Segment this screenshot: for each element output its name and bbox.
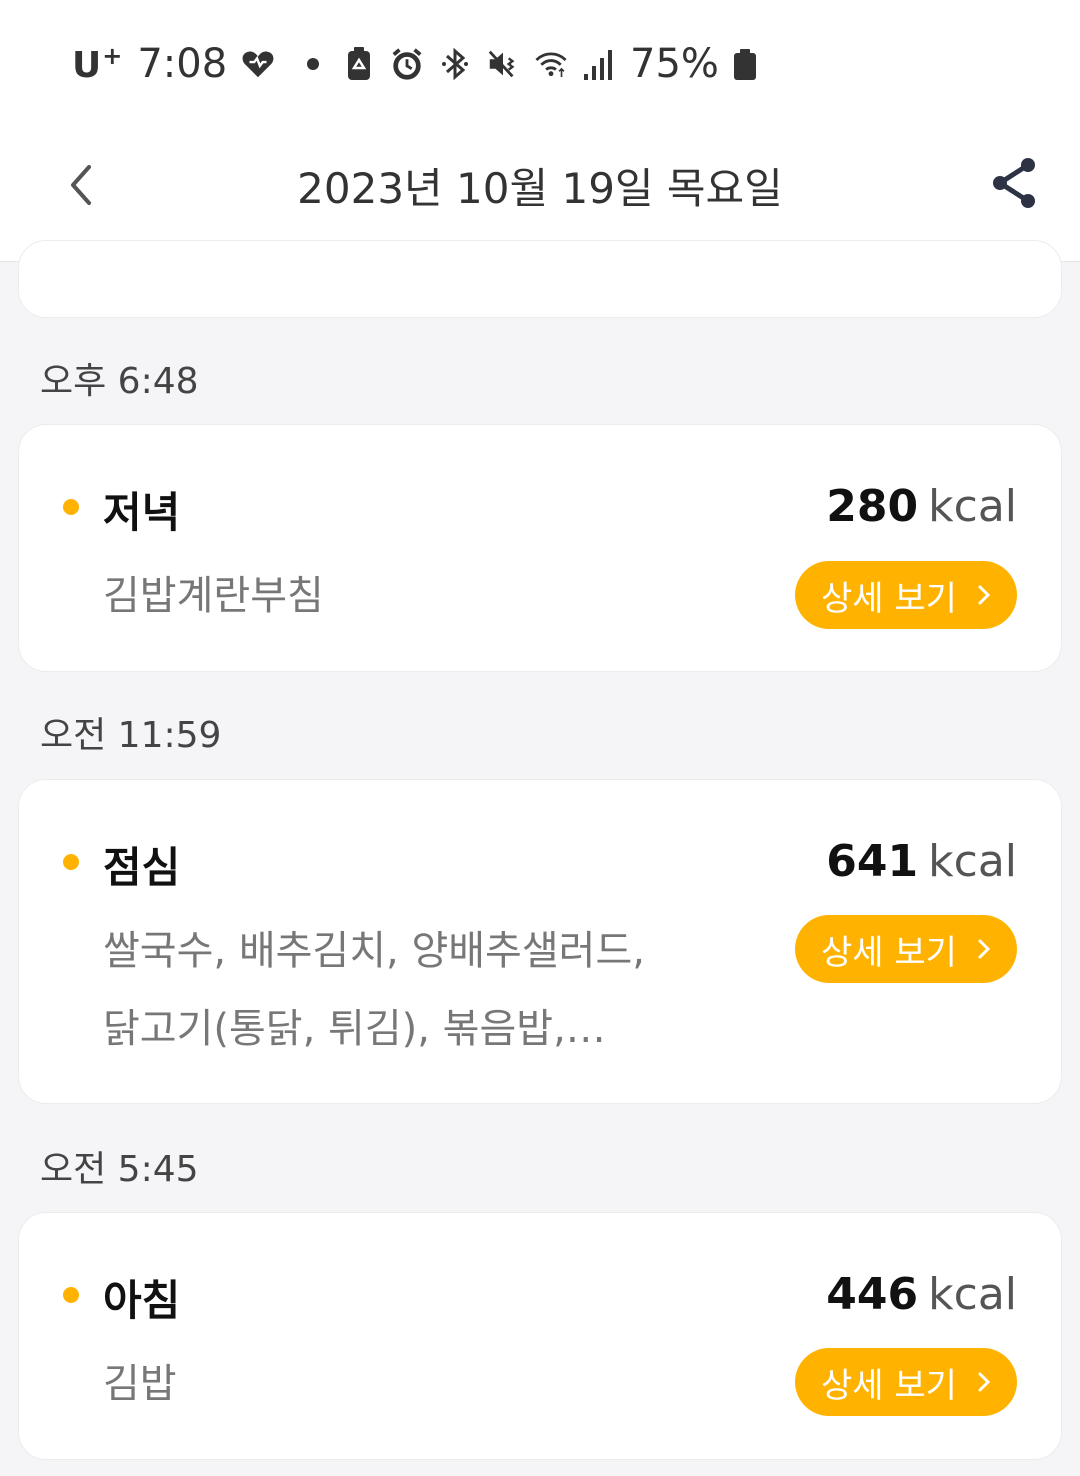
status-time: 7:08: [137, 41, 228, 87]
notification-dot-icon: [307, 58, 320, 70]
meal-name: 점심: [103, 843, 181, 892]
previous-meal-card[interactable]: [18, 240, 1062, 318]
meal-calories: 641 kcal: [826, 836, 1017, 887]
signal-icon: [582, 47, 616, 81]
battery-percentage: 75%: [630, 41, 719, 87]
health-heart-icon: [241, 47, 275, 81]
bluetooth-icon: [438, 47, 472, 81]
chevron-right-icon: [977, 938, 991, 960]
food-line: 쌀국수, 배추김치, 양배추샐러드,: [103, 928, 645, 974]
battery-saver-icon: [342, 47, 376, 81]
chevron-right-icon: [977, 1371, 991, 1393]
food-line: 닭고기(통닭, 튀김), 볶음밥,…: [103, 1006, 606, 1052]
detail-view-button[interactable]: 상세 보기: [795, 1348, 1017, 1416]
food-line: 김밥: [103, 1361, 177, 1407]
meal-card-lunch[interactable]: 점심 641 kcal 쌀국수, 배추김치, 양배추샐러드, 닭고기(통닭, 튀김…: [18, 779, 1062, 1104]
meal-dot-icon: [63, 499, 79, 515]
detail-view-label: 상세 보기: [821, 932, 957, 973]
battery-icon: [733, 47, 757, 81]
meal-name: 저녁: [103, 488, 181, 537]
food-line: 김밥계란부침: [103, 573, 324, 619]
meal-name: 아침: [103, 1276, 181, 1325]
meal-food-list: 김밥: [103, 1345, 723, 1423]
meal-food-list: 쌀국수, 배추김치, 양배추샐러드, 닭고기(통닭, 튀김), 볶음밥,…: [103, 912, 723, 1068]
meal-food-list: 김밥계란부침: [103, 557, 723, 635]
meal-dot-icon: [63, 854, 79, 870]
detail-view-button[interactable]: 상세 보기: [795, 561, 1017, 629]
page-title: 2023년 10월 19일 목요일: [297, 164, 783, 213]
meal-calories: 446 kcal: [826, 1269, 1017, 1320]
carrier-label: U+: [72, 42, 124, 86]
share-icon: [993, 158, 1035, 208]
meal-calories: 280 kcal: [826, 481, 1017, 532]
status-bar: U+ 7:08 75%: [0, 0, 1080, 125]
share-button[interactable]: [984, 153, 1044, 213]
meal-time-label: 오전 5:45: [40, 1149, 199, 1190]
meal-card-dinner[interactable]: 저녁 280 kcal 김밥계란부침 상세 보기: [18, 424, 1062, 672]
chevron-right-icon: [977, 584, 991, 606]
meal-card-breakfast[interactable]: 아침 446 kcal 김밥 상세 보기: [18, 1212, 1062, 1460]
alarm-icon: [390, 47, 424, 81]
meal-dot-icon: [63, 1287, 79, 1303]
detail-view-label: 상세 보기: [821, 1365, 957, 1406]
mute-vibrate-icon: [486, 47, 520, 81]
meal-time-label: 오후 6:48: [40, 361, 199, 402]
wifi-icon: [534, 47, 568, 81]
detail-view-label: 상세 보기: [821, 578, 957, 619]
meal-time-label: 오전 11:59: [40, 715, 222, 756]
detail-view-button[interactable]: 상세 보기: [795, 915, 1017, 983]
